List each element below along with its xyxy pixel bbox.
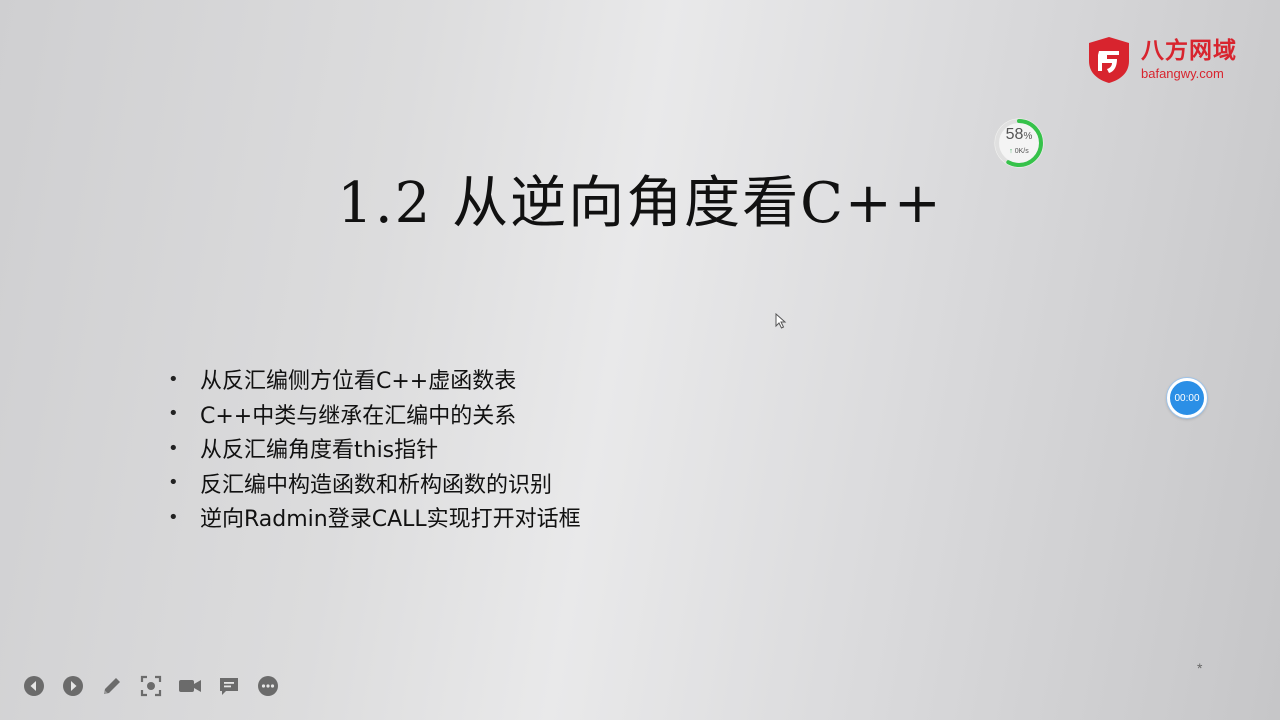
corner-mark: * [1197,660,1203,676]
logo-url: bafangwy.com [1141,66,1224,81]
bullet-text: 反汇编中构造函数和析构函数的识别 [200,472,553,498]
timer-button[interactable]: 00:00 [1167,378,1207,418]
slide: 八方网域 bafangwy.com 58% ↑ 0K/s 1.2 从逆向角度看C… [0,0,1280,720]
bullet-marker: • [168,506,179,528]
pen-button[interactable] [100,674,124,698]
bullet-list: • 从反汇编侧方位看C++虚函数表 • C++中类与继承在汇编中的关系 • 从反… [168,362,868,535]
bullet-text: 逆向Radmin登录CALL实现打开对话框 [200,507,581,533]
slide-title: 1.2 从逆向角度看C++ [337,171,943,236]
upload-arrow-icon: ↑ [1009,148,1013,155]
shield-logo-icon [1089,37,1129,83]
more-button[interactable] [256,674,280,698]
next-icon [63,676,83,696]
logo-name: 八方网域 [1141,38,1237,64]
bullet-marker: • [168,437,179,459]
speed-percent-value: 58 [1005,126,1024,143]
bullet-item: • 逆向Radmin登录CALL实现打开对话框 [168,500,868,535]
speed-rate: ↑ 0K/s [992,148,1046,155]
bullet-text: 从反汇编侧方位看C++虚函数表 [200,369,517,395]
prev-icon [24,676,44,696]
more-icon [258,676,278,696]
screenshot-icon [140,675,162,697]
speed-rate-value: 0K/s [1014,148,1029,155]
mouse-cursor-icon [775,313,787,329]
comment-button[interactable] [217,674,241,698]
brand-logo: 八方网域 bafangwy.com [1085,34,1255,86]
timer-text: 00:00 [1174,392,1200,404]
bullet-item: • C++中类与继承在汇编中的关系 [168,397,868,432]
pen-icon [104,678,120,694]
bullet-text: 从反汇编角度看this指针 [200,438,439,464]
bullet-item: • 反汇编中构造函数和析构函数的识别 [168,466,868,501]
bullet-marker: • [168,403,179,425]
bullet-text: C++中类与继承在汇编中的关系 [200,403,517,429]
presentation-toolbar [22,674,295,698]
next-slide-button[interactable] [61,674,85,698]
bullet-item: • 从反汇编角度看this指针 [168,431,868,466]
screenshot-button[interactable] [139,674,163,698]
speed-percent-unit: % [1023,131,1033,142]
bullet-marker: • [168,368,179,390]
network-speed-widget[interactable]: 58% ↑ 0K/s [992,116,1046,170]
bullet-marker: • [168,472,179,494]
bullet-item: • 从反汇编侧方位看C++虚函数表 [168,362,868,397]
speed-percent: 58% [992,126,1046,144]
prev-slide-button[interactable] [22,674,46,698]
camera-icon [179,680,201,692]
comment-icon [220,678,238,695]
camera-button[interactable] [178,674,202,698]
